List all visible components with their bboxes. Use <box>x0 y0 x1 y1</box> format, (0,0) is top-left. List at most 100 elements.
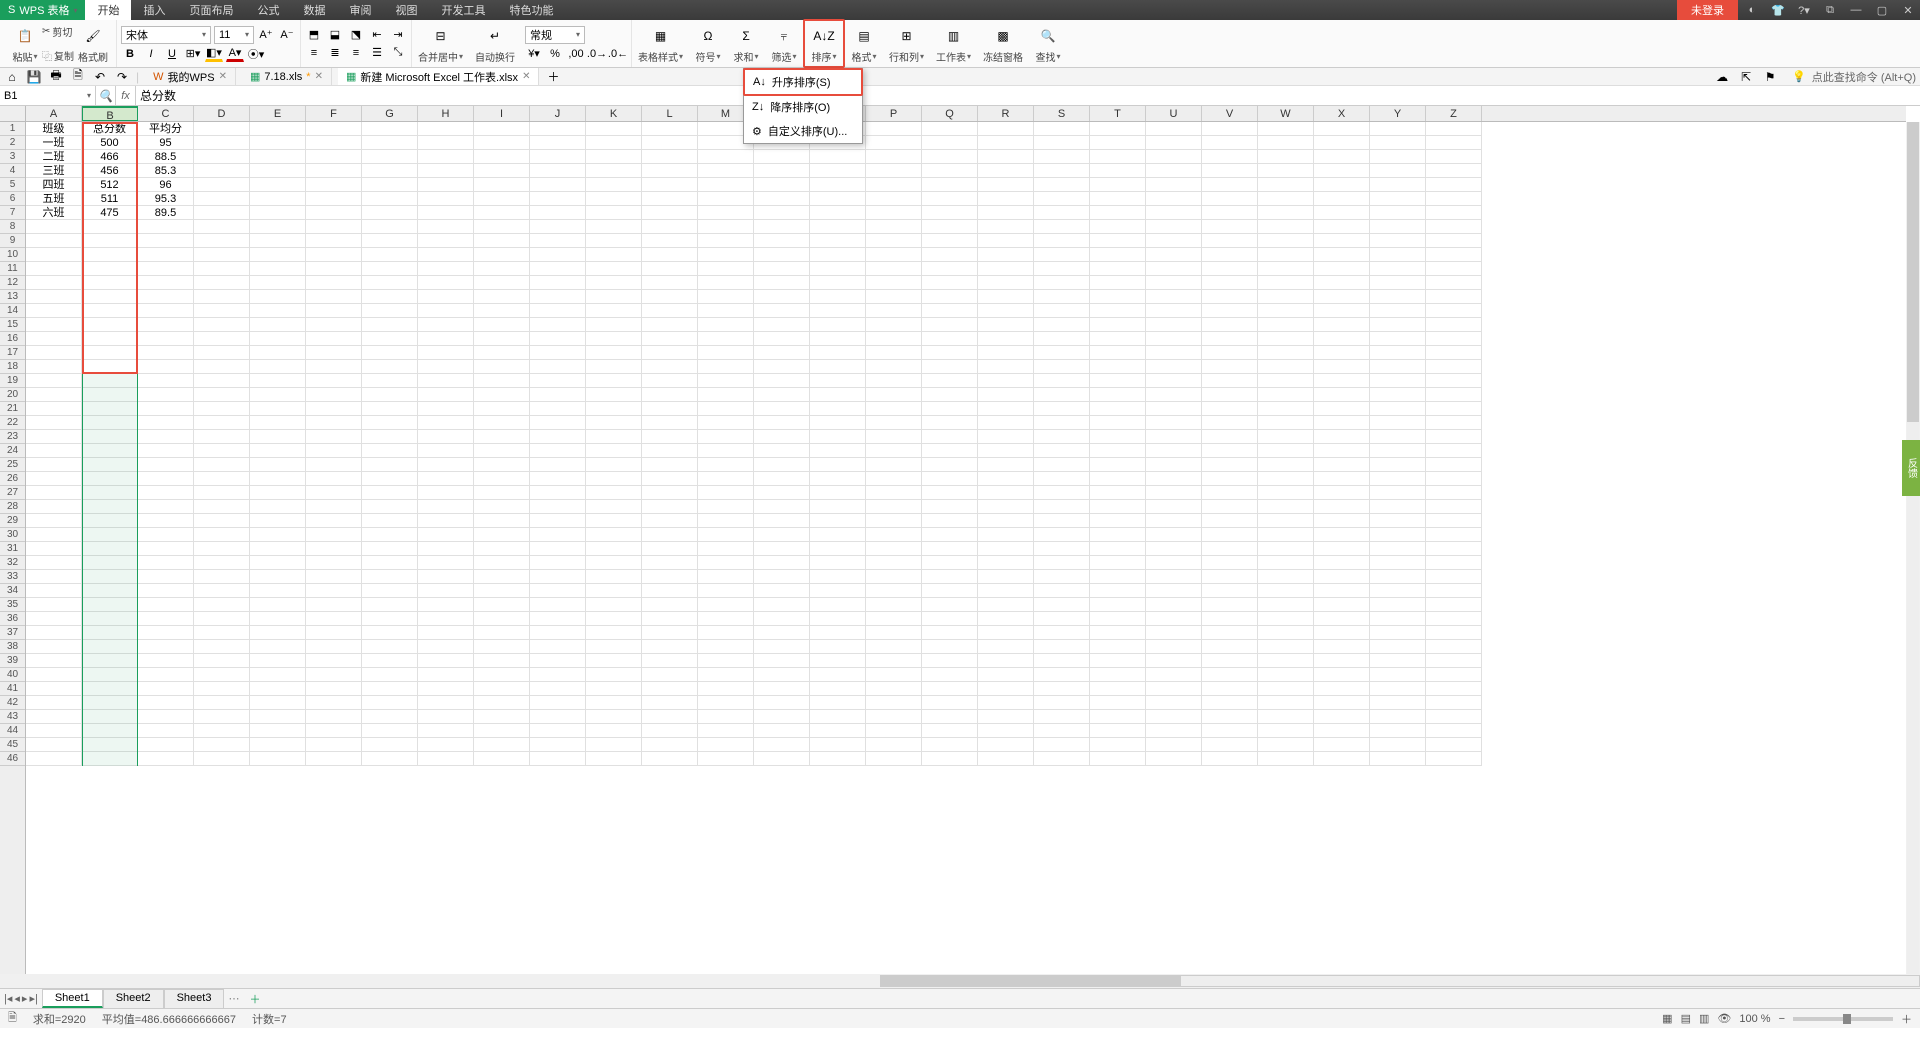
cell[interactable] <box>1314 136 1370 150</box>
cell[interactable] <box>810 346 866 360</box>
cell[interactable] <box>1034 416 1090 430</box>
align-top-icon[interactable]: ⬒ <box>305 27 323 43</box>
cell[interactable] <box>306 528 362 542</box>
cell[interactable] <box>978 178 1034 192</box>
cell[interactable] <box>362 206 418 220</box>
cell[interactable] <box>698 668 754 682</box>
cell[interactable] <box>698 738 754 752</box>
cell[interactable] <box>1090 388 1146 402</box>
cell[interactable] <box>1370 164 1426 178</box>
row-header-33[interactable]: 33 <box>0 570 25 584</box>
italic-button[interactable]: I <box>142 46 160 62</box>
cell[interactable] <box>1090 136 1146 150</box>
cell[interactable] <box>250 220 306 234</box>
cell[interactable] <box>642 360 698 374</box>
cell[interactable] <box>866 234 922 248</box>
cell[interactable] <box>586 584 642 598</box>
cell[interactable] <box>1090 164 1146 178</box>
cell[interactable] <box>978 472 1034 486</box>
cell[interactable] <box>1314 276 1370 290</box>
cell[interactable] <box>1426 122 1482 136</box>
cell[interactable] <box>26 416 82 430</box>
cell[interactable] <box>1258 710 1314 724</box>
cell[interactable] <box>530 430 586 444</box>
cell[interactable] <box>754 360 810 374</box>
cell[interactable] <box>1370 542 1426 556</box>
cell[interactable] <box>586 136 642 150</box>
cell[interactable] <box>1370 150 1426 164</box>
cell[interactable] <box>418 654 474 668</box>
prev-sheet-icon[interactable]: ◂ <box>14 992 20 1005</box>
cell[interactable] <box>698 346 754 360</box>
cell[interactable] <box>922 514 978 528</box>
cell[interactable] <box>698 416 754 430</box>
cell[interactable] <box>866 178 922 192</box>
col-header-L[interactable]: L <box>642 106 698 121</box>
cell[interactable] <box>698 640 754 654</box>
cell[interactable] <box>1314 682 1370 696</box>
cell[interactable] <box>698 570 754 584</box>
cell[interactable] <box>362 430 418 444</box>
cell[interactable] <box>754 346 810 360</box>
cell[interactable] <box>1370 178 1426 192</box>
cell[interactable] <box>362 654 418 668</box>
save-icon[interactable]: 💾 <box>26 69 42 85</box>
cell[interactable] <box>1314 500 1370 514</box>
cell[interactable] <box>26 584 82 598</box>
cell[interactable] <box>1202 500 1258 514</box>
cell[interactable] <box>1370 416 1426 430</box>
cell[interactable] <box>1370 220 1426 234</box>
cell[interactable] <box>474 486 530 500</box>
cell[interactable] <box>810 710 866 724</box>
cell[interactable] <box>922 192 978 206</box>
cell[interactable] <box>978 276 1034 290</box>
cell[interactable] <box>866 654 922 668</box>
cell[interactable] <box>1146 500 1202 514</box>
cell[interactable] <box>530 122 586 136</box>
cell[interactable] <box>922 122 978 136</box>
cell[interactable] <box>754 318 810 332</box>
cell[interactable] <box>698 332 754 346</box>
cell[interactable] <box>754 248 810 262</box>
row-header-40[interactable]: 40 <box>0 668 25 682</box>
cell[interactable] <box>530 304 586 318</box>
cell[interactable] <box>474 682 530 696</box>
cell[interactable] <box>1426 570 1482 584</box>
cell[interactable] <box>418 514 474 528</box>
cell[interactable] <box>978 234 1034 248</box>
col-header-B[interactable]: B <box>82 106 138 121</box>
cell[interactable] <box>754 682 810 696</box>
cell[interactable] <box>866 668 922 682</box>
cell[interactable] <box>698 388 754 402</box>
cell[interactable] <box>1202 570 1258 584</box>
cell[interactable] <box>1426 528 1482 542</box>
cell[interactable] <box>138 696 194 710</box>
cell[interactable] <box>642 584 698 598</box>
cell[interactable] <box>26 402 82 416</box>
cell[interactable] <box>1314 304 1370 318</box>
cell[interactable] <box>1146 542 1202 556</box>
cell[interactable] <box>418 444 474 458</box>
cell[interactable] <box>82 710 138 724</box>
cell[interactable] <box>306 542 362 556</box>
cell[interactable] <box>306 710 362 724</box>
row-header-42[interactable]: 42 <box>0 696 25 710</box>
cell[interactable] <box>1258 290 1314 304</box>
cell[interactable] <box>978 416 1034 430</box>
cell[interactable] <box>82 374 138 388</box>
cell[interactable] <box>138 584 194 598</box>
cell[interactable] <box>362 276 418 290</box>
maximize-icon[interactable]: ▢ <box>1870 0 1894 20</box>
cell[interactable] <box>1146 640 1202 654</box>
cell[interactable] <box>418 458 474 472</box>
close-tab-icon[interactable]: ✕ <box>315 71 323 82</box>
cell[interactable] <box>26 318 82 332</box>
cell[interactable] <box>810 542 866 556</box>
cell[interactable] <box>1426 486 1482 500</box>
cell[interactable] <box>1090 514 1146 528</box>
home-icon[interactable]: ⌂ <box>4 69 20 85</box>
cell[interactable] <box>306 178 362 192</box>
cell[interactable] <box>474 220 530 234</box>
cell[interactable] <box>1202 206 1258 220</box>
cell[interactable] <box>978 248 1034 262</box>
